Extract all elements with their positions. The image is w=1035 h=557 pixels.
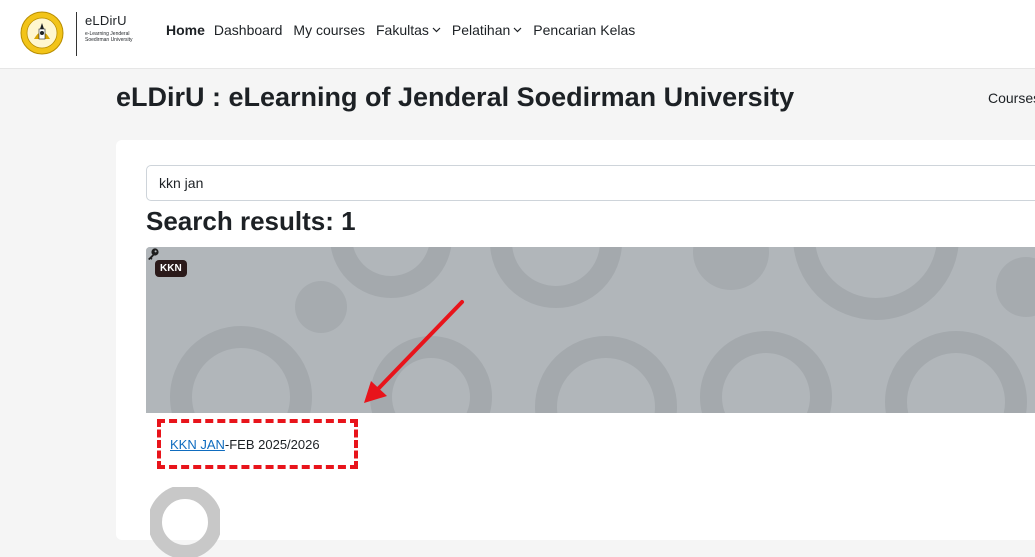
- nav-my-courses[interactable]: My courses: [293, 22, 365, 38]
- chevron-down-icon: [432, 27, 441, 33]
- nav-pelatihan-label: Pelatihan: [451, 22, 511, 38]
- header-courses-link[interactable]: Courses: [988, 90, 1035, 106]
- course-card-image[interactable]: KKN: [146, 247, 1035, 413]
- key-icon: [148, 248, 159, 260]
- annotation-highlight-box: [157, 419, 358, 469]
- nav-fakultas[interactable]: Fakultas: [376, 22, 441, 38]
- brand-subtitle-line-2: Soedirman University: [85, 37, 133, 43]
- search-results-heading: Search results: 1: [146, 206, 356, 236]
- course-category-badge: KKN: [155, 260, 187, 277]
- nav-home[interactable]: Home: [166, 22, 205, 38]
- university-seal-icon[interactable]: [20, 11, 64, 55]
- nav-pelatihan[interactable]: Pelatihan: [452, 22, 522, 38]
- top-navbar: eLDirU e-Learning Jenderal Soedirman Uni…: [0, 0, 1035, 69]
- nav-fakultas-label: Fakultas: [375, 22, 429, 38]
- course-pattern-background: [146, 247, 1035, 413]
- primary-navigation: Home Dashboard My courses Fakultas Pelat…: [166, 22, 646, 38]
- course-search-input[interactable]: [146, 165, 1035, 201]
- brand-name[interactable]: eLDirU: [85, 13, 127, 28]
- nav-dashboard[interactable]: Dashboard: [214, 22, 283, 38]
- course-card[interactable]: KKN KKN JAN-FEB 2025/2026: [146, 247, 1035, 557]
- course-avatar-icon: [150, 487, 220, 557]
- nav-pencarian-kelas[interactable]: Pencarian Kelas: [533, 22, 635, 38]
- page-title: eLDirU : eLearning of Jenderal Soedirman…: [116, 82, 795, 112]
- chevron-down-icon: [513, 27, 522, 33]
- brand-divider: [76, 12, 77, 56]
